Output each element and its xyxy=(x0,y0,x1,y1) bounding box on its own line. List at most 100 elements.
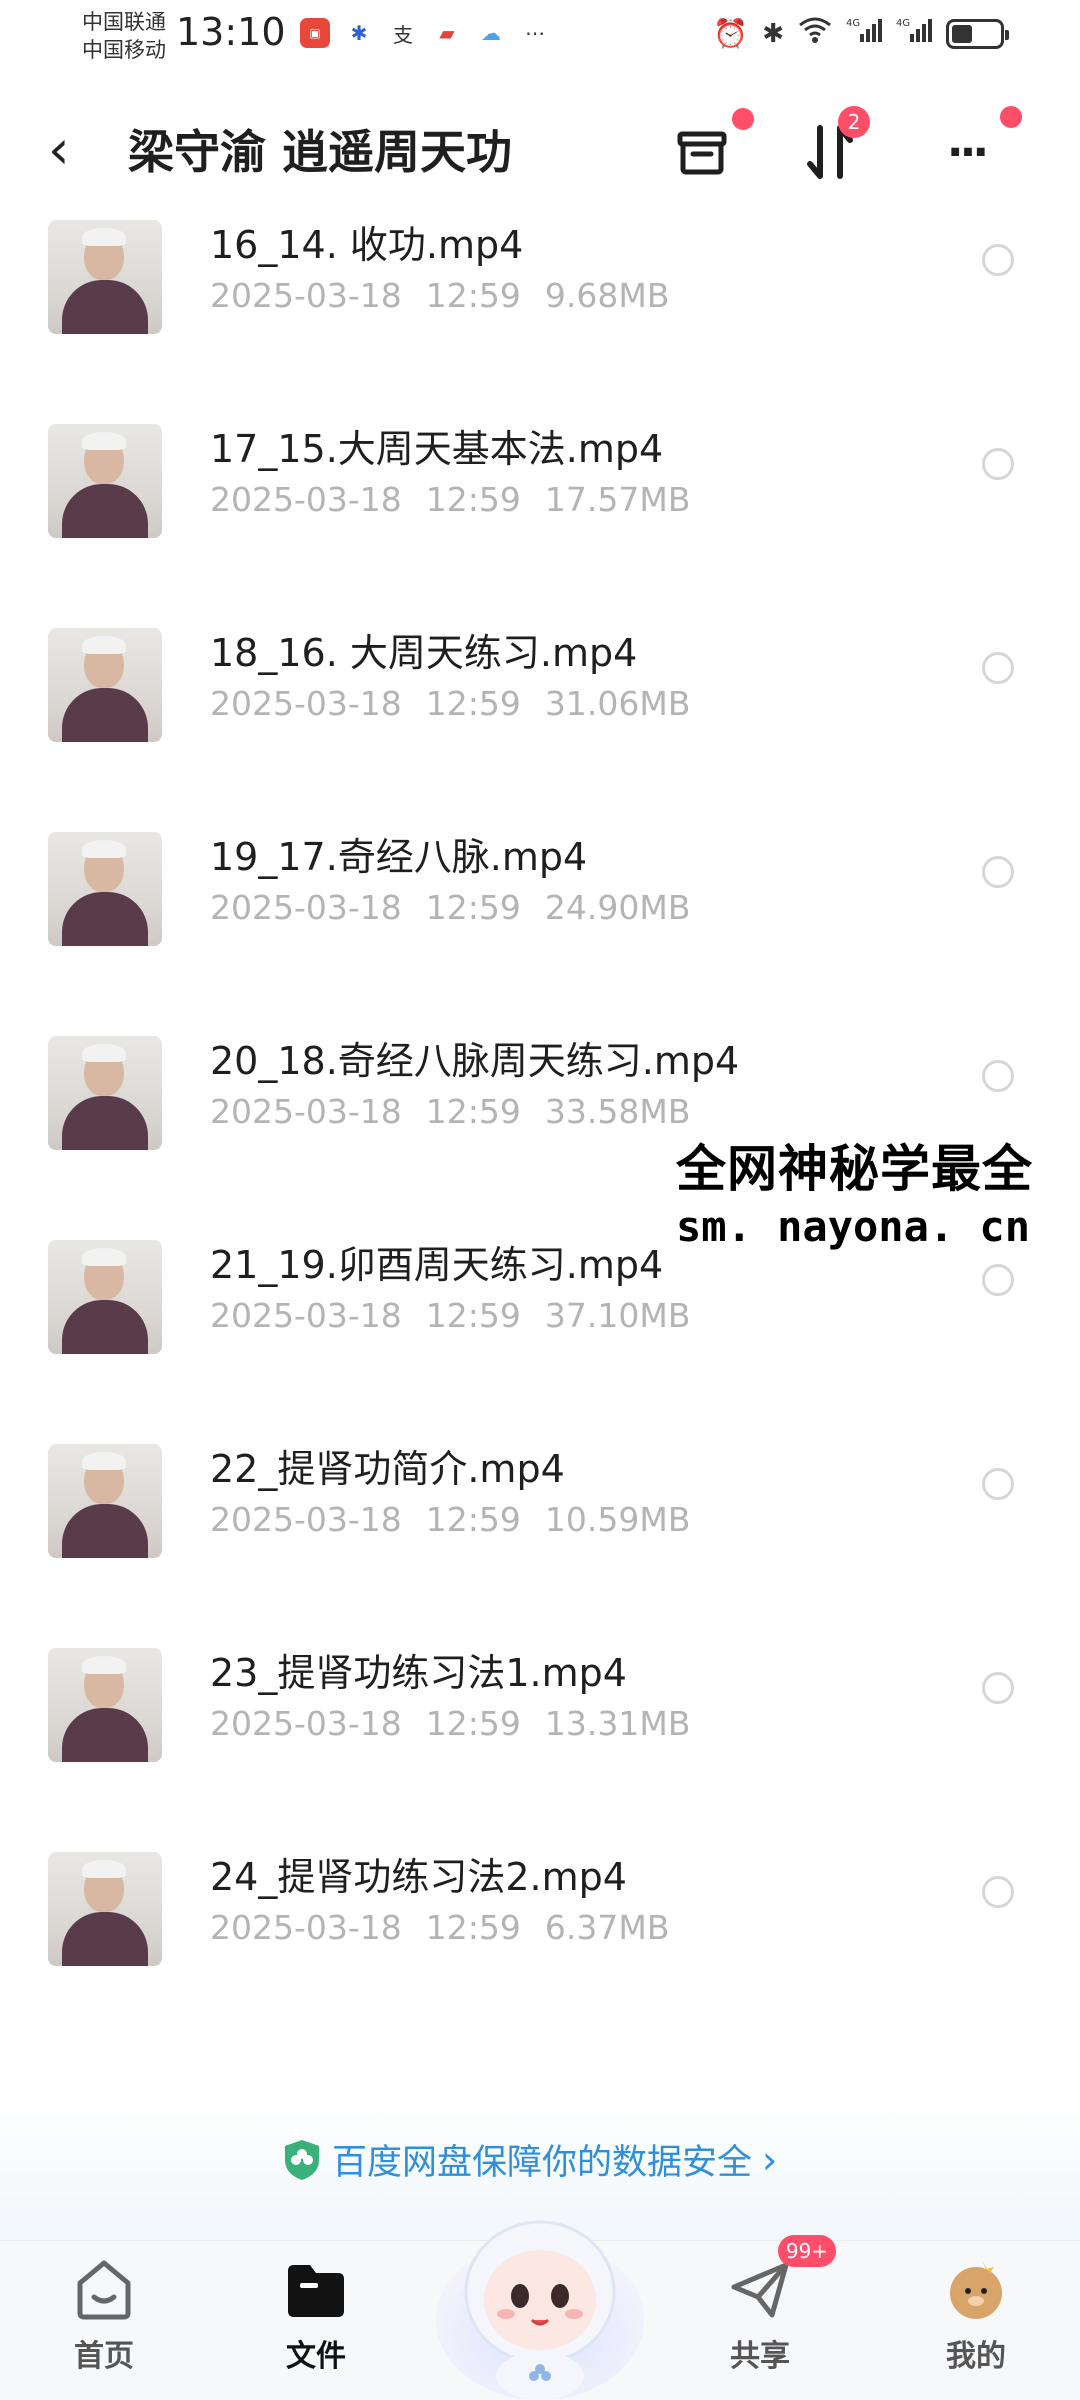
file-time: 12:59 xyxy=(425,1296,521,1335)
file-size: 37.10MB xyxy=(544,1296,691,1335)
clock: 13:10 xyxy=(176,10,286,54)
video-thumbnail xyxy=(48,220,162,334)
file-date: 2025-03-18 xyxy=(210,1704,402,1743)
file-time: 12:59 xyxy=(425,1908,521,1947)
file-size: 24.90MB xyxy=(544,888,691,927)
file-name: 19_17.奇经八脉.mp4 xyxy=(210,835,588,879)
carrier-1: 中国联通 xyxy=(82,10,166,34)
file-meta: 2025-03-18 12:59 33.58MB xyxy=(210,1092,690,1131)
more-dots-icon: ⋯ xyxy=(525,21,545,45)
file-row[interactable]: 22_提肾功简介.mp4 2025-03-18 12:59 10.59MB xyxy=(0,1444,1080,1648)
notification-dot xyxy=(732,108,754,130)
select-checkbox[interactable] xyxy=(982,652,1014,684)
header-bar: ‹ 梁守渝 逍遥周天功 2 ··· xyxy=(0,80,1080,210)
folder-icon xyxy=(282,2257,350,2321)
alarm-icon: ⏰ xyxy=(713,17,749,50)
file-size: 6.37MB xyxy=(544,1908,670,1947)
nav-item-files[interactable]: 文件 xyxy=(246,2257,386,2397)
file-time: 12:59 xyxy=(425,684,521,723)
watermark-line-2: sm. nayona. cn xyxy=(676,1202,1031,1251)
file-meta: 2025-03-18 12:59 13.31MB xyxy=(210,1704,690,1743)
carrier-2: 中国移动 xyxy=(82,38,166,62)
nav-item-share[interactable]: 99+ 共享 xyxy=(690,2235,836,2397)
file-name: 22_提肾功简介.mp4 xyxy=(210,1447,565,1491)
safety-text: 百度网盘保障你的数据安全 xyxy=(332,2143,753,2183)
file-row[interactable]: 21_19.卯酉周天练习.mp4 2025-03-18 12:59 37.10MB xyxy=(0,1240,1080,1444)
file-date: 2025-03-18 xyxy=(210,1092,402,1131)
video-thumbnail xyxy=(48,832,162,946)
bluetooth-icon: ✱ xyxy=(762,18,784,49)
battery-icon xyxy=(946,18,1009,49)
notification-icons: ▣ ✱ 支 ▰ ☁ ⋯ xyxy=(300,18,550,48)
nav-item-home[interactable]: 首页 xyxy=(34,2257,174,2397)
file-row[interactable]: 16_14. 收功.mp4 2025-03-18 12:59 9.68MB xyxy=(0,220,1080,424)
share-badge: 99+ xyxy=(778,2235,836,2267)
select-checkbox[interactable] xyxy=(982,1876,1014,1908)
back-button[interactable]: ‹ xyxy=(48,120,92,180)
video-thumbnail xyxy=(48,628,162,742)
archive-icon xyxy=(677,131,727,175)
svg-text:4G: 4G xyxy=(896,18,910,29)
file-size: 10.59MB xyxy=(544,1500,691,1539)
wifi-icon xyxy=(798,16,832,51)
file-row[interactable]: 24_提肾功练习法2.mp4 2025-03-18 12:59 6.37MB xyxy=(0,1852,1080,2056)
file-meta: 2025-03-18 12:59 37.10MB xyxy=(210,1296,690,1335)
file-name: 17_15.大周天基本法.mp4 xyxy=(210,427,664,471)
more-button[interactable]: ··· xyxy=(926,106,1022,192)
file-size: 33.58MB xyxy=(544,1092,691,1131)
ai-assistant-button[interactable] xyxy=(430,2180,650,2400)
video-thumbnail xyxy=(48,1852,162,1966)
select-checkbox[interactable] xyxy=(982,856,1014,888)
nav-label: 文件 xyxy=(286,2339,346,2374)
file-time: 12:59 xyxy=(425,1500,521,1539)
signal-4g-icon: 4G xyxy=(846,16,882,51)
file-name: 20_18.奇经八脉周天练习.mp4 xyxy=(210,1039,740,1083)
chevron-right-icon: › xyxy=(762,2137,778,2182)
sort-badge: 2 xyxy=(838,106,870,138)
select-checkbox[interactable] xyxy=(982,1060,1014,1092)
share-icon: 99+ xyxy=(726,2235,836,2321)
file-meta: 2025-03-18 12:59 17.57MB xyxy=(210,480,690,519)
file-row[interactable]: 18_16. 大周天练习.mp4 2025-03-18 12:59 31.06MB xyxy=(0,628,1080,832)
status-bar: 中国联通 中国移动 13:10 ▣ ✱ 支 ▰ ☁ ⋯ ⏰ ✱ 4G 4G xyxy=(0,0,1080,70)
video-thumbnail xyxy=(48,1036,162,1150)
home-icon xyxy=(70,2257,138,2321)
file-time: 12:59 xyxy=(425,480,521,519)
video-thumbnail xyxy=(48,1240,162,1354)
back-icon: ‹ xyxy=(48,118,70,181)
file-row[interactable]: 23_提肾功练习法1.mp4 2025-03-18 12:59 13.31MB xyxy=(0,1648,1080,1852)
sort-button[interactable]: 2 xyxy=(790,106,870,192)
file-name: 24_提肾功练习法2.mp4 xyxy=(210,1855,627,1899)
signal-4g-icon: 4G xyxy=(896,16,932,51)
nav-label: 共享 xyxy=(730,2339,790,2374)
baidu-netdisk-icon: ☁ xyxy=(481,21,501,45)
file-meta: 2025-03-18 12:59 6.37MB xyxy=(210,1908,669,1947)
file-time: 12:59 xyxy=(425,1092,521,1131)
watermark-line-1: 全网神秘学最全 xyxy=(676,1140,1033,1198)
nav-label: 首页 xyxy=(74,2339,134,2374)
file-date: 2025-03-18 xyxy=(210,1296,402,1335)
select-checkbox[interactable] xyxy=(982,448,1014,480)
select-checkbox[interactable] xyxy=(982,1468,1014,1500)
file-date: 2025-03-18 xyxy=(210,888,402,927)
file-date: 2025-03-18 xyxy=(210,1500,402,1539)
file-row[interactable]: 17_15.大周天基本法.mp4 2025-03-18 12:59 17.57MB xyxy=(0,424,1080,628)
select-checkbox[interactable] xyxy=(982,1264,1014,1296)
select-checkbox[interactable] xyxy=(982,244,1014,276)
watermark-overlay: 全网神秘学最全 sm. nayona. cn xyxy=(676,1138,1033,1254)
file-row[interactable]: 19_17.奇经八脉.mp4 2025-03-18 12:59 24.90MB xyxy=(0,832,1080,1036)
file-time: 12:59 xyxy=(425,276,521,315)
file-time: 12:59 xyxy=(425,1704,521,1743)
file-name: 16_14. 收功.mp4 xyxy=(210,223,524,267)
file-size: 13.31MB xyxy=(544,1704,691,1743)
nav-item-profile[interactable]: 我的 xyxy=(906,2257,1046,2397)
alipay-icon: 支 xyxy=(393,22,413,47)
more-dots-icon: ··· xyxy=(946,126,989,178)
page-title: 梁守渝 逍遥周天功 xyxy=(128,125,513,179)
select-checkbox[interactable] xyxy=(982,1672,1014,1704)
ai-assistant-mascot-icon xyxy=(436,2220,644,2400)
file-meta: 2025-03-18 12:59 24.90MB xyxy=(210,888,690,927)
safety-link[interactable]: 百度网盘保障你的数据安全 › xyxy=(282,2134,777,2185)
file-name: 23_提肾功练习法1.mp4 xyxy=(210,1651,627,1695)
transfer-list-button[interactable] xyxy=(662,108,754,192)
